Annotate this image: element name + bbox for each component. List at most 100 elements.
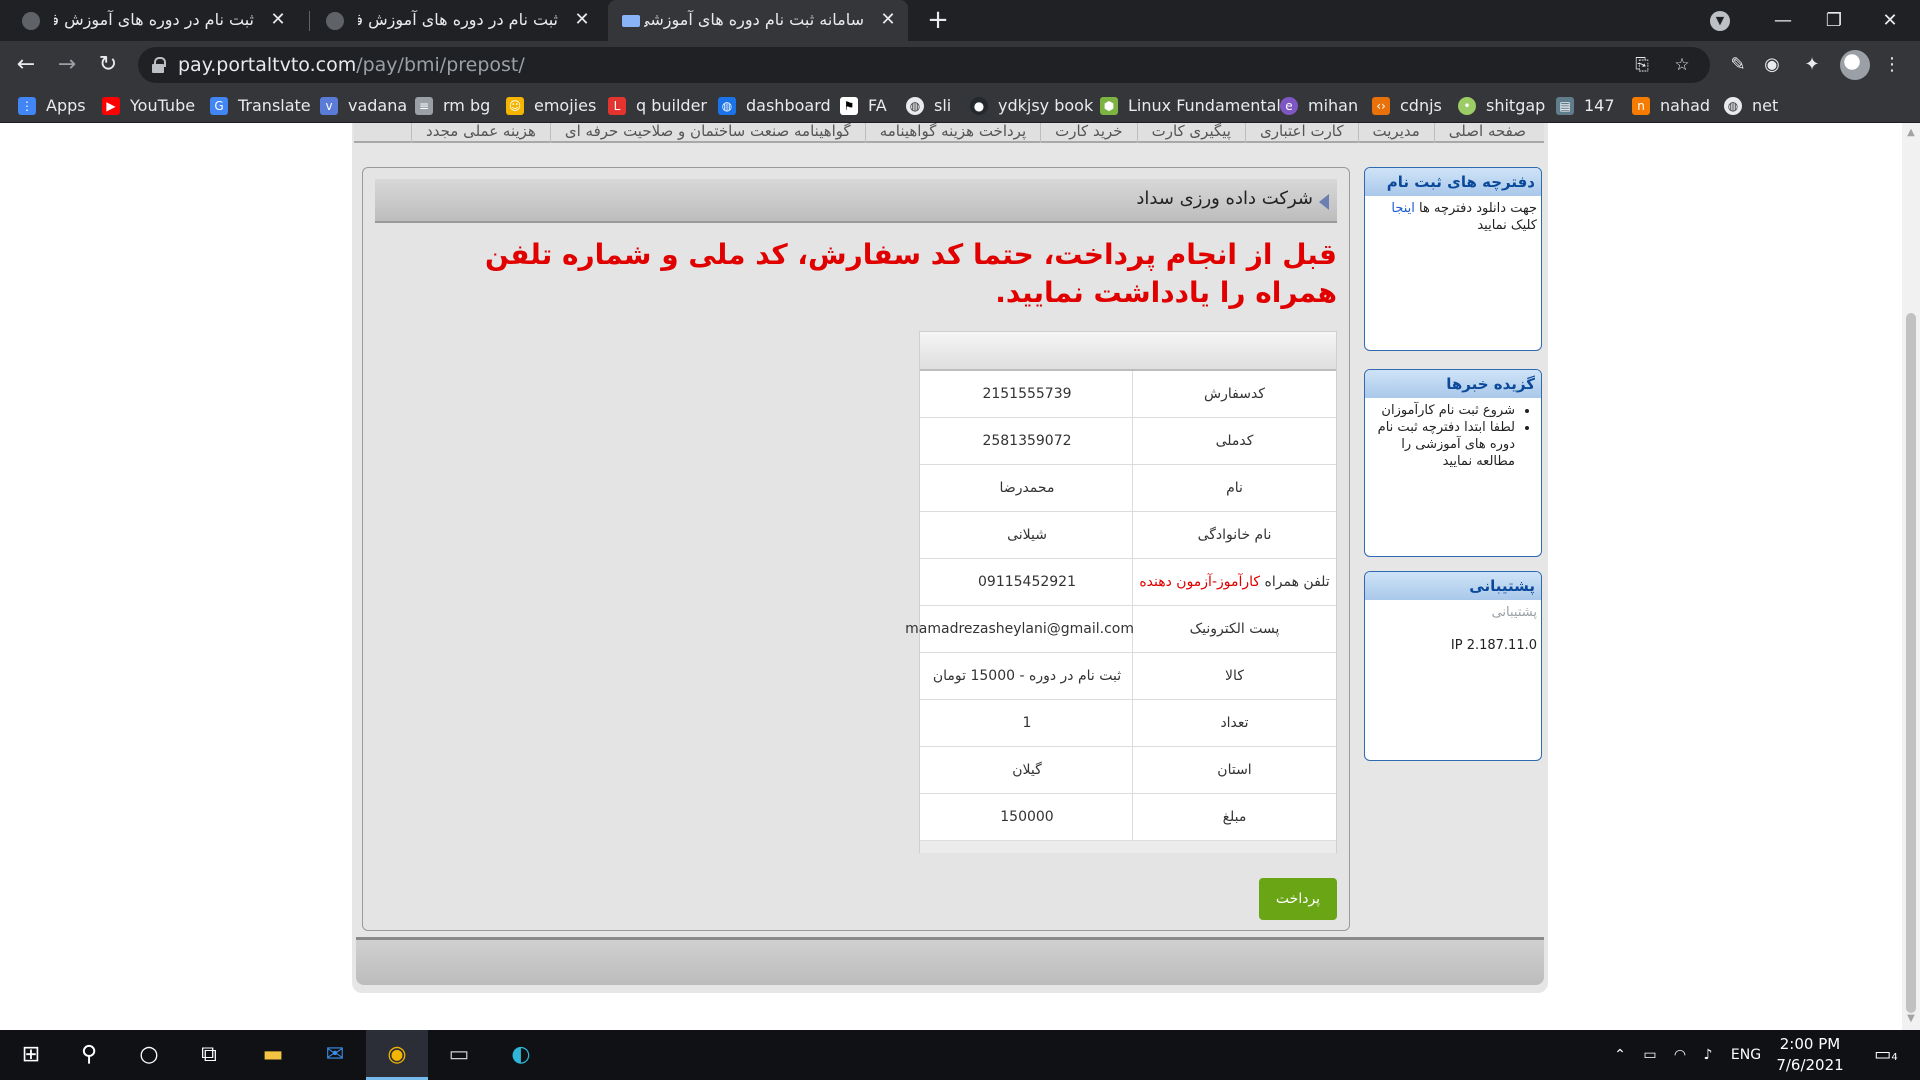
file-explorer-icon[interactable]: ▬ [242,1030,304,1080]
bookmark-shitgap[interactable]: • shitgap [1458,89,1545,122]
bookmark-q-builder[interactable]: Lq builder [608,89,707,122]
menu-item-home[interactable]: صفحه اصلی [1433,123,1540,143]
flag-icon: ⚑ [840,96,858,115]
menu-item-track-card[interactable]: پیگیری کارت [1136,123,1245,143]
pen-extension-icon[interactable]: ✎ [1726,53,1750,77]
breadcrumb-title: شرکت داده ورزی سداد [1136,188,1313,209]
booklets-download-link[interactable]: اینجا [1391,201,1415,216]
windows-start-icon[interactable]: ⊞ [0,1030,62,1080]
chrome-icon[interactable]: ◉ [366,1030,428,1080]
last-name-value: شیلانی [1007,527,1047,543]
page-icon: ▤ [1556,96,1574,115]
close-tab-icon[interactable]: ✕ [878,10,898,30]
bookmark-rm-bg[interactable]: ≡ rm bg [415,89,490,122]
bookmark-youtube[interactable]: ▶ YouTube [102,89,195,122]
mobile-value: 09115452921 [978,574,1076,590]
bookmark-emojies[interactable]: ☺ emojies [506,89,596,122]
table-row: نام محمدرضا [920,465,1336,512]
forward-arrow-icon[interactable]: → [51,49,83,81]
row-label: نام [1132,465,1336,512]
minimize-button[interactable]: — [1755,0,1811,41]
back-arrow-icon[interactable]: ← [10,49,42,81]
scrollbar-thumb[interactable] [1906,313,1916,1013]
bookmark-vadana[interactable]: v vadana [320,89,407,122]
grammarly-icon[interactable]: ◉ [1760,53,1784,77]
product-value: ثبت نام در دوره - 15000 تومان [932,668,1122,684]
translate-page-icon[interactable]: ⎘ [1632,55,1652,75]
notification-count: 4 [1891,1052,1898,1063]
profile-avatar[interactable] [1840,50,1870,80]
address-bar[interactable]: pay.portaltvto.com/pay/bmi/prepost/ ⎘ ☆ [138,47,1710,83]
globe-icon: ◍ [906,96,924,115]
system-clock[interactable]: 2:00 PM 7/6/2021 [1770,1034,1850,1076]
language-indicator[interactable]: ENG [1726,1030,1766,1080]
browser-tab-active[interactable]: ✕ سامانه ثبت نام دوره های آموزشی [608,0,908,41]
bookmark-apps[interactable]: ⋮ Apps [18,89,86,122]
new-tab-button[interactable]: + [924,6,952,34]
search-icon[interactable]: ⚲ [58,1030,120,1080]
browser-tab-1[interactable]: ✕ ثبت نام در دوره های آموزش فنی و [8,0,298,41]
mihan-icon: e [1280,96,1298,115]
news-item[interactable]: لطفا ابتدا دفترچه ثبت نام دوره های آموزش… [1369,419,1515,470]
notifications-icon[interactable]: ▭4 [1866,1030,1906,1080]
tab-strip: ✕ ثبت نام در دوره های آموزش فنی و ✕ ثبت … [0,0,1920,41]
bookmark-sli[interactable]: ◍ sli [906,89,951,122]
scroll-down-arrow-icon[interactable]: ▼ [1906,1013,1916,1024]
news-item[interactable]: شروع ثبت نام کارآموزان [1369,402,1515,419]
globe-icon [326,12,344,30]
bookmark-translate[interactable]: G Translate [210,89,311,122]
close-tab-icon[interactable]: ✕ [268,10,288,30]
mail-icon[interactable]: ✉ [304,1030,366,1080]
restore-button[interactable]: ❐ [1806,0,1862,41]
pay-button[interactable]: پرداخت [1259,878,1337,920]
tray-chevron-icon[interactable]: ⌃ [1608,1030,1632,1080]
row-label: کدملی [1132,418,1336,465]
cortana-icon[interactable]: ○ [118,1030,180,1080]
bookmark-net[interactable]: ◍ net [1724,89,1778,122]
menu-item-buy-card[interactable]: خرید کارت [1040,123,1136,143]
volume-icon[interactable]: ♪ [1696,1030,1720,1080]
youtube-icon: ▶ [102,96,120,115]
bookmark-star-icon[interactable]: ☆ [1672,55,1692,75]
support-link[interactable]: پشتیبانی [1492,605,1537,620]
scroll-up-arrow-icon[interactable]: ▲ [1906,127,1916,138]
close-tab-icon[interactable]: ✕ [572,10,592,30]
bookmark-cdnjs[interactable]: ‹› cdnjs [1372,89,1442,122]
globe-icon: ◍ [718,96,736,115]
extensions-puzzle-icon[interactable]: ✦ [1800,53,1824,77]
menu-item-building-certificate[interactable]: گواهینامه صنعت ساختمان و صلاحیت حرفه ای [549,123,865,143]
row-label: کالا [1132,653,1336,700]
terminal-icon[interactable]: ▭ [428,1030,490,1080]
bookmark-linux-fundamentals[interactable]: ⬢ Linux Fundamentals [1100,89,1289,122]
github-icon: ● [970,96,988,115]
bulb-icon: • [1458,96,1476,115]
table-row: کدسفارش 2151555739 [920,371,1336,418]
globe-icon [22,12,40,30]
bookmark-147[interactable]: ▤ 147 [1556,89,1615,122]
menu-item-practical-retake-fee[interactable]: هزینه عملی مجدد [411,123,550,143]
task-view-icon[interactable]: ⧉ [178,1030,240,1080]
bookmark-nahad[interactable]: n nahad [1632,89,1710,122]
menu-item-certificate-fee[interactable]: پرداخت هزینه گواهینامه [864,123,1040,143]
lock-icon[interactable] [152,57,166,73]
battery-icon[interactable]: ▭ [1638,1030,1662,1080]
clock-date: 7/6/2021 [1776,1056,1844,1074]
windows-taskbar: ⊞ ⚲ ○ ⧉ ▬ ✉ ◉ ▭ ◐ ⌃ ▭ ◠ ♪ ENG 2:00 PM 7/… [0,1030,1920,1080]
menu-item-admin[interactable]: مدیریت [1357,123,1434,143]
close-window-button[interactable]: ✕ [1862,0,1918,41]
bookmark-dashboard[interactable]: ◍ dashboard [718,89,831,122]
page-scrollbar[interactable]: ▲ ▼ [1902,123,1920,1030]
tab-search-icon[interactable]: ▼ [1710,11,1730,31]
table-row: نام خانوادگی شیلانی [920,512,1336,559]
browser-tab-2[interactable]: ✕ ثبت نام در دوره های آموزش فنی و [312,0,602,41]
edge-icon[interactable]: ◐ [490,1030,552,1080]
bookmark-fa[interactable]: ⚑ FA [840,89,887,122]
reload-icon[interactable]: ↻ [92,49,124,81]
nahad-icon: n [1632,96,1650,115]
wifi-icon[interactable]: ◠ [1668,1030,1692,1080]
bookmark-mihan[interactable]: e mihan [1280,89,1358,122]
payment-warning: قبل از انجام پرداخت، حتما کد سفارش، کد م… [484,238,1337,309]
menu-kebab-icon[interactable]: ⋮ [1880,53,1904,77]
bookmark-ydkjsy-book[interactable]: ● ydkjsy book [970,89,1093,122]
menu-item-credit-card[interactable]: کارت اعتباری [1244,123,1358,143]
